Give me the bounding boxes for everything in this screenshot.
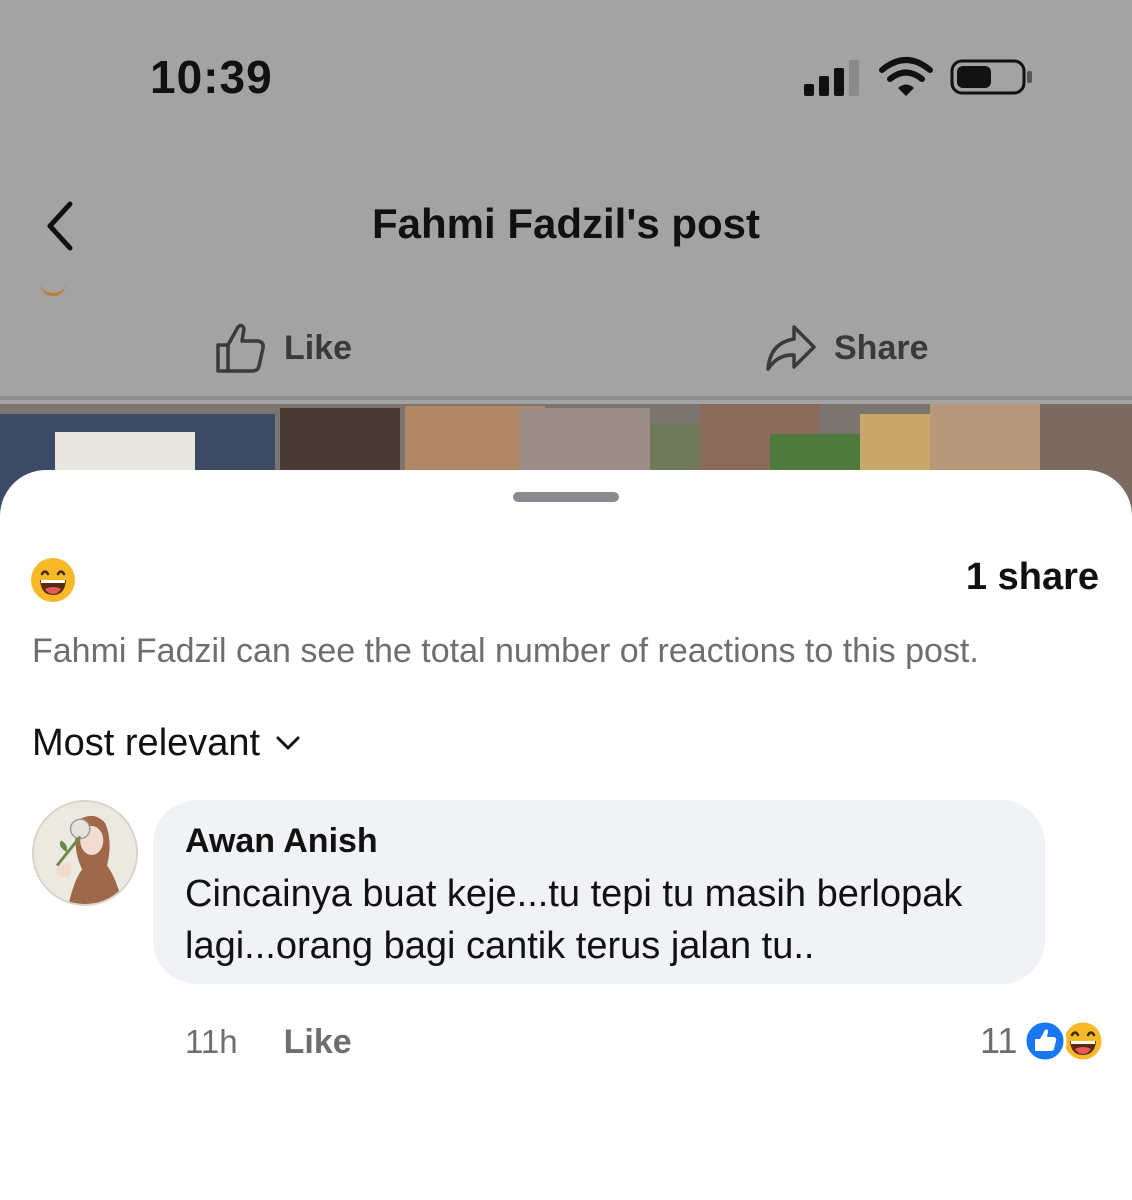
page-title: Fahmi Fadzil's post (371, 200, 761, 247)
comment-meta: 11h Like (185, 1020, 352, 1064)
post-like-button[interactable]: Like (214, 318, 352, 378)
like-icon (1023, 1019, 1067, 1063)
post-share-button[interactable]: Share (764, 318, 929, 378)
comment-timestamp: 11h (185, 1023, 238, 1060)
sheet-grabber[interactable] (513, 492, 619, 502)
thumbs-up-icon (216, 323, 265, 373)
reactions-comments-sheet: 1 share Fahmi Fadzil can see the total n… (0, 470, 1132, 1200)
cellular-signal-icon (804, 60, 859, 96)
comment-bubble: Awan Anish Cincainya buat keje...tu tepi… (153, 800, 1045, 984)
wifi-icon (879, 57, 933, 96)
reactions-privacy-notice: Fahmi Fadzil can see the total number of… (32, 632, 979, 670)
share-arrow-icon (766, 325, 816, 371)
battery-icon (950, 59, 1032, 95)
partial-reaction-graphic (40, 282, 66, 296)
post-share-label: Share (834, 328, 929, 367)
avatar[interactable] (32, 800, 138, 906)
haha-icon (1061, 1019, 1105, 1063)
status-time: 10:39 (150, 51, 273, 103)
status-bar: 10:39 (0, 0, 1132, 150)
comment-text: Cincainya buat keje...tu tepi tu masih b… (185, 873, 963, 967)
haha-reaction-icon[interactable] (30, 557, 76, 603)
comment-reactions-summary[interactable]: 11 (980, 1016, 1105, 1066)
sort-label: Most relevant (32, 721, 261, 764)
background-page: 10:39 Fahmi Fadzil's post Like Share (0, 0, 1132, 524)
post-like-label: Like (284, 328, 353, 367)
comment-reaction-count: 11 (980, 1020, 1018, 1061)
navigation-bar: Fahmi Fadzil's post (0, 180, 1132, 270)
post-action-bar: Like Share (0, 300, 1132, 400)
share-count[interactable]: 1 share (966, 556, 1099, 599)
chevron-down-icon (276, 736, 300, 750)
comment-like-button[interactable]: Like (284, 1023, 352, 1062)
comment-sort-dropdown[interactable]: Most relevant (32, 720, 302, 766)
comment-author[interactable]: Awan Anish (185, 822, 378, 861)
